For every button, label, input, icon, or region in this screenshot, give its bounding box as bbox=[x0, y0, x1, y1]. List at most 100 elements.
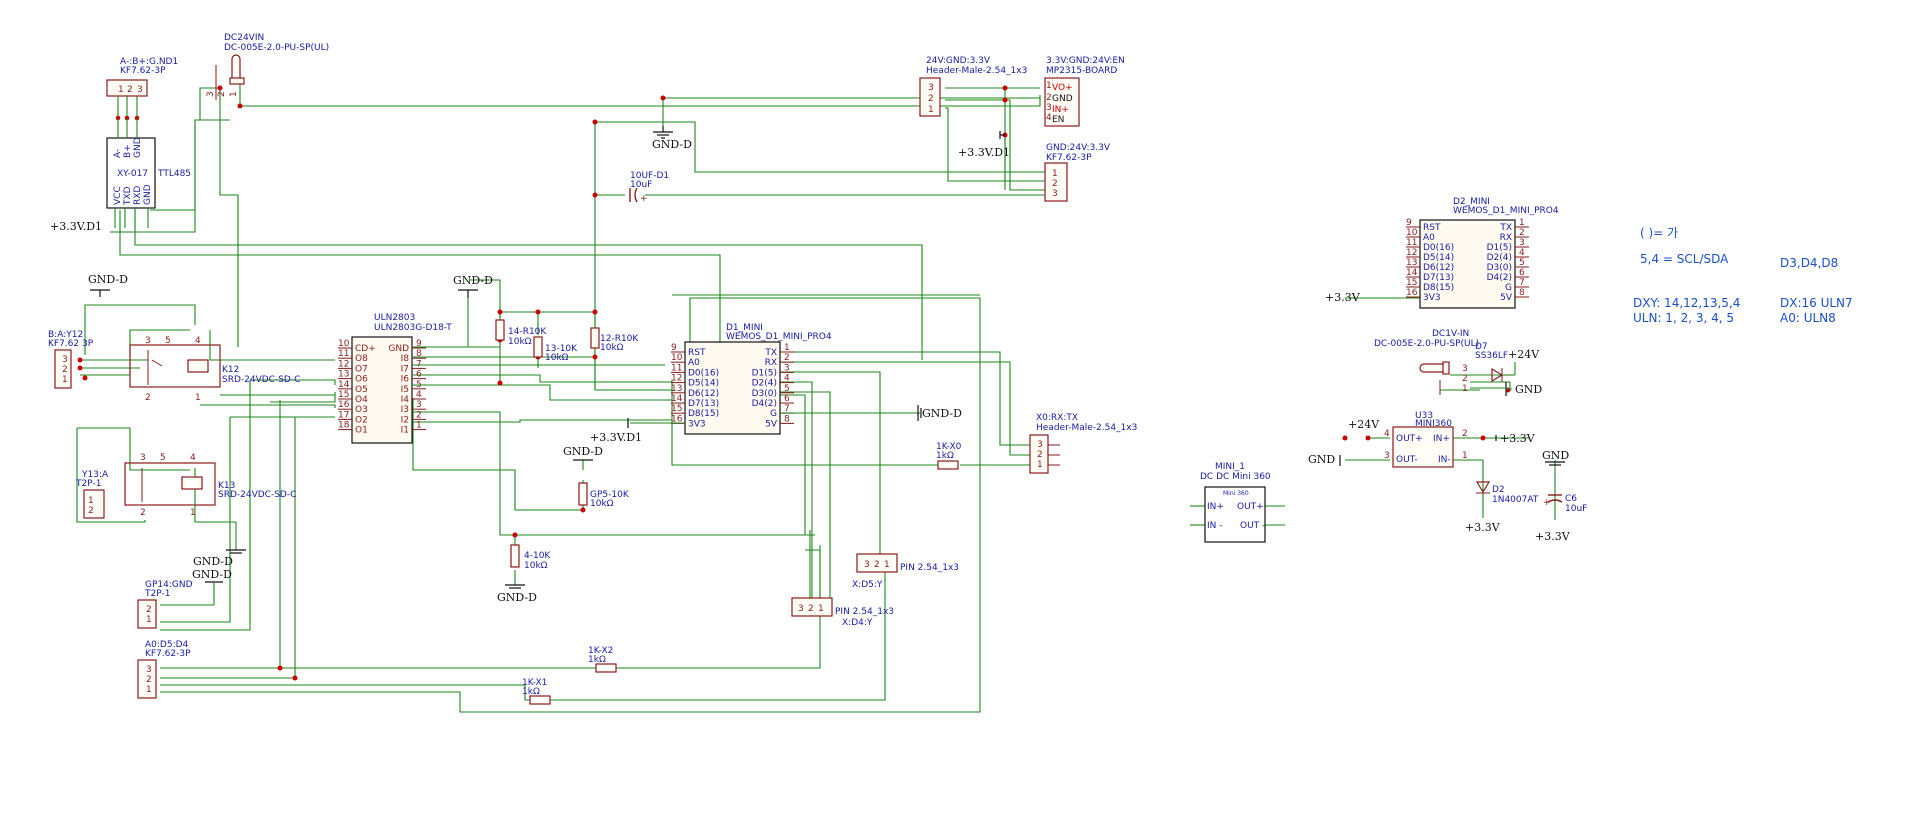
c10uf-value: 10uF bbox=[630, 180, 652, 190]
k13-relay[interactable]: 3 5 4 2 1 K13 SRD-24VDC-SD-C bbox=[124, 453, 296, 518]
gnd-d-symbol-bay12: GND-D bbox=[88, 273, 128, 297]
net-3v3-d1-mid: +3.3V.D1 bbox=[590, 431, 642, 444]
abgnd-connector[interactable]: 1 2 3 A-:B+:G.ND1 KF7.62-3P bbox=[106, 57, 178, 121]
u33-module[interactable]: U33 MINI360 OUT+ IN+ OUT- IN- 4 2 3 1 bbox=[1384, 411, 1468, 468]
mini1-inner: Mini 360 bbox=[1223, 490, 1249, 497]
dc1vin-value: DC-005E-2.0-PU-SP(UL) bbox=[1374, 339, 1479, 349]
hdr24-header[interactable]: 3 2 1 24V:GND:3.3V Header-Male-2.54_1x3 bbox=[919, 56, 1027, 117]
pin-d4y-3: 3 bbox=[798, 604, 804, 614]
d2mini-left-pin-label: D0(16) bbox=[1423, 243, 1454, 253]
mp2315-board[interactable]: 1 2 3 4 VO+ GND IN+ EN 3.3V:GND:24V:EN M… bbox=[1044, 56, 1125, 127]
pin-d5y-header[interactable]: 3 2 1 PIN 2.54_1x3 X:D5:Y bbox=[852, 553, 959, 590]
d2mini-left-pin-num: 9 bbox=[1406, 218, 1412, 228]
d2mini-module[interactable]: D2_MINI WEMOS_D1_MINI_PRO4 9 RST10 A011 D0(… bbox=[1406, 197, 1559, 309]
gnd-d-symbol-top: GND-D bbox=[652, 126, 692, 151]
d7-diode[interactable]: D7 SS36LF +24V bbox=[1475, 342, 1540, 383]
mp2315-pin-gnd: GND bbox=[1052, 94, 1073, 104]
kf-gnd24-value: KF7.62-3P bbox=[1046, 153, 1092, 163]
dc1vin-connector[interactable]: DC1V-IN DC-005E-2.0-PU-SP(UL) 3 2 1 bbox=[1374, 329, 1479, 395]
pin-d4y-header[interactable]: 3 2 1 PIN 2.54_1x3 X:D4:Y bbox=[791, 597, 894, 628]
u33-pin-in-minus: IN- bbox=[1438, 455, 1451, 465]
x0rxtx-header[interactable]: 3 2 1 X0:RX:TX Header-Male-2.54_1x3 bbox=[1029, 413, 1137, 474]
dc1vin-ref: DC1V-IN bbox=[1432, 329, 1469, 339]
d2-diode[interactable]: D2 1N4007AT +3.3V bbox=[1465, 481, 1539, 534]
svg-text:3: 3 bbox=[145, 336, 151, 346]
uln2803-right-pin-label: I6 bbox=[401, 375, 410, 385]
uln2803-right-pin-num: 2 bbox=[416, 410, 422, 420]
svg-text:3: 3 bbox=[206, 91, 216, 97]
note-3: D3,D4,D8 bbox=[1780, 256, 1838, 270]
uln2803-right-pin-label: GND bbox=[388, 344, 409, 354]
mini1-pin-out-minus: OUT - bbox=[1240, 521, 1265, 531]
uln2803-left-pin-num: 15 bbox=[338, 390, 349, 400]
d1mini-left-pin-num: 11 bbox=[671, 363, 682, 373]
uln2803-ic[interactable]: ULN2803 ULN2803G-D18-T 10 CD+11 O812 O713 O6… bbox=[338, 313, 452, 444]
k12-value: SRD-24VDC-SD-C bbox=[222, 375, 300, 385]
d1mini-module[interactable]: D1_MINI WEMOS_D1_MINI_PRO4 9 RST10 A011 D0(… bbox=[671, 323, 832, 435]
net-3v3-c6: +3.3V bbox=[1535, 530, 1571, 543]
d1mini-right-pin-label: G bbox=[770, 409, 777, 419]
y13-connector[interactable]: 1 2 Y13:A T2P-1 bbox=[75, 470, 109, 519]
gp14-pin1: 1 bbox=[146, 615, 152, 625]
r13-value: 10kΩ bbox=[545, 353, 569, 363]
uln2803-left-pin-label: O3 bbox=[355, 405, 368, 415]
note-4: DXY: 14,12,13,5,4 bbox=[1633, 296, 1740, 310]
kf-gnd24-connector[interactable]: 1 2 3 GND:24V:3.3V KF7.62-3P bbox=[1044, 143, 1111, 202]
pin-d5y-2: 2 bbox=[874, 560, 880, 570]
uln2803-right-pin-num: 4 bbox=[416, 390, 422, 400]
uln2803-left-pin-num: 16 bbox=[338, 400, 350, 410]
k12-relay[interactable]: 3 5 4 2 1 K12 SRD-24VDC-SD-C bbox=[129, 336, 300, 403]
d2mini-right-pin-num: 5 bbox=[1519, 258, 1525, 268]
uln2803-left-pin-label: O4 bbox=[355, 395, 368, 405]
rk0-resistor[interactable]: 1K-X0 1kΩ bbox=[936, 442, 962, 470]
svg-text:1: 1 bbox=[118, 85, 124, 95]
gnd-label-dc1v: GND bbox=[1515, 383, 1542, 396]
d1mini-left-pin-label: 3V3 bbox=[688, 419, 706, 429]
d1mini-left-pin-num: 14 bbox=[671, 394, 683, 404]
d1mini-value: WEMOS_D1_MINI_PRO4 bbox=[726, 332, 832, 342]
uln2803-left-pin-label: O8 bbox=[355, 354, 368, 364]
d2mini-right-pin-num: 7 bbox=[1519, 278, 1525, 288]
mini1-module[interactable]: MINI_1 DC DC Mini 360 Mini 360 IN+ OUT+ … bbox=[1200, 462, 1271, 543]
uln2803-ref: ULN2803 bbox=[374, 313, 415, 323]
d2mini-right-pin-num: 4 bbox=[1519, 248, 1525, 258]
xy017-pin-a: A- bbox=[113, 149, 123, 158]
svg-text:5: 5 bbox=[160, 453, 166, 463]
c6-ref: C6 bbox=[1565, 494, 1577, 504]
d2mini-right-pin-label: TX bbox=[1499, 223, 1512, 233]
gp14-connector[interactable]: 2 1 GP14:GND T2P-1 bbox=[137, 580, 193, 629]
gnd-d-label-r4: GND-D bbox=[497, 591, 537, 604]
svg-text:4: 4 bbox=[190, 453, 196, 463]
uln2803-right-pin-num: 8 bbox=[416, 349, 422, 359]
d2mini-right-pin-label: D1(5) bbox=[1487, 243, 1512, 253]
gnd-d-label-top: GND-D bbox=[652, 138, 692, 151]
a0d5d4-connector[interactable]: 3 2 1 A0:D5:D4 KF7.62-3P bbox=[137, 640, 191, 699]
d2mini-left-pin-num: 15 bbox=[1406, 278, 1417, 288]
d2mini-left-pin-label: D8(15) bbox=[1423, 283, 1454, 293]
net-24v-d7: +24V bbox=[1508, 348, 1540, 361]
uln2803-right-pin-num: 1 bbox=[416, 421, 422, 431]
uln2803-left-pin-num: 11 bbox=[338, 349, 349, 359]
uln2803-left-pin-num: 10 bbox=[338, 339, 350, 349]
dc24vin-connector[interactable]: 3 2 1 DC24VIN DC-005E-2.0-PU-SP(UL) bbox=[206, 33, 329, 100]
net-3v3-d1-top: +3.3V.D1 bbox=[958, 146, 1010, 159]
r13-resistor[interactable]: 13-10K 10kΩ bbox=[533, 336, 578, 363]
hdr24-value: Header-Male-2.54_1x3 bbox=[926, 66, 1027, 76]
d2mini-left-pin-num: 13 bbox=[1406, 258, 1417, 268]
svg-text:5: 5 bbox=[165, 336, 171, 346]
r4-resistor[interactable]: 4-10K 10kΩ GND-D bbox=[497, 544, 551, 604]
d2mini-right-pin-label: RX bbox=[1500, 233, 1512, 243]
d1mini-left-pin-label: D8(15) bbox=[688, 409, 719, 419]
d1mini-right-pin-label: D4(2) bbox=[752, 399, 777, 409]
hdr24-pin2: 2 bbox=[928, 94, 934, 104]
gnd-d-label-bay12: GND-D bbox=[88, 273, 128, 286]
gp5-resistor[interactable]: GND-D GP5-10K 10kΩ bbox=[563, 445, 630, 509]
d2mini-right-pin-num: 8 bbox=[1519, 288, 1525, 298]
d2mini-right-pin-label: D2(4) bbox=[1487, 253, 1512, 263]
pin-d5y-value: PIN 2.54_1x3 bbox=[900, 563, 959, 573]
c10uf-capacitor[interactable]: + 10UF-D1 10uF bbox=[629, 171, 669, 204]
svg-text:4: 4 bbox=[195, 336, 201, 346]
note-5: ULN: 1, 2, 3, 4, 5 bbox=[1633, 311, 1734, 325]
c6-capacitor[interactable]: GND + C6 10uF +3.3V bbox=[1535, 449, 1587, 543]
r12-resistor[interactable]: 12-R10K 10kΩ bbox=[590, 327, 639, 353]
